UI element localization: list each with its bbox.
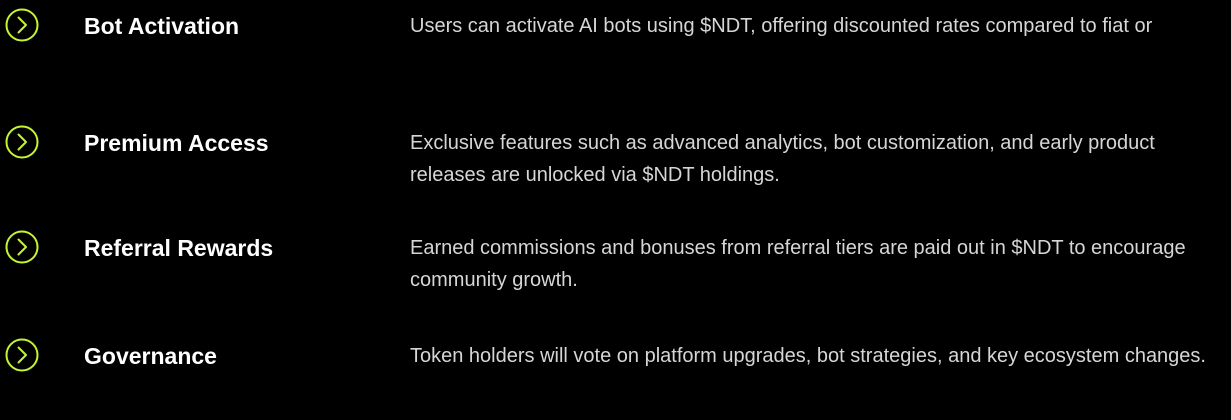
feature-description: Earned commissions and bonuses from refe… [410,237,1186,291]
chevron-right-circle-icon[interactable] [5,125,39,159]
feature-description: Token holders will vote on platform upgr… [410,345,1206,367]
feature-row-bot-activation: Bot Activation Users can activate AI bot… [0,0,1231,90]
chevron-right-circle-icon[interactable] [5,230,39,264]
feature-title: Premium Access [84,130,269,156]
chevron-right-circle-icon[interactable] [5,8,39,42]
chevron-right-circle-icon[interactable] [5,338,39,372]
feature-description: Exclusive features such as advanced anal… [410,132,1155,186]
feature-row-premium-access: Premium Access Exclusive features such a… [0,117,1231,207]
feature-description: Users can activate AI bots using $NDT, o… [410,15,1153,37]
feature-title: Governance [84,343,217,369]
feature-row-referral-rewards: Referral Rewards Earned commissions and … [0,222,1231,312]
feature-title: Referral Rewards [84,235,274,261]
feature-title: Bot Activation [84,13,240,39]
feature-row-governance: Governance Token holders will vote on pl… [0,330,1231,420]
